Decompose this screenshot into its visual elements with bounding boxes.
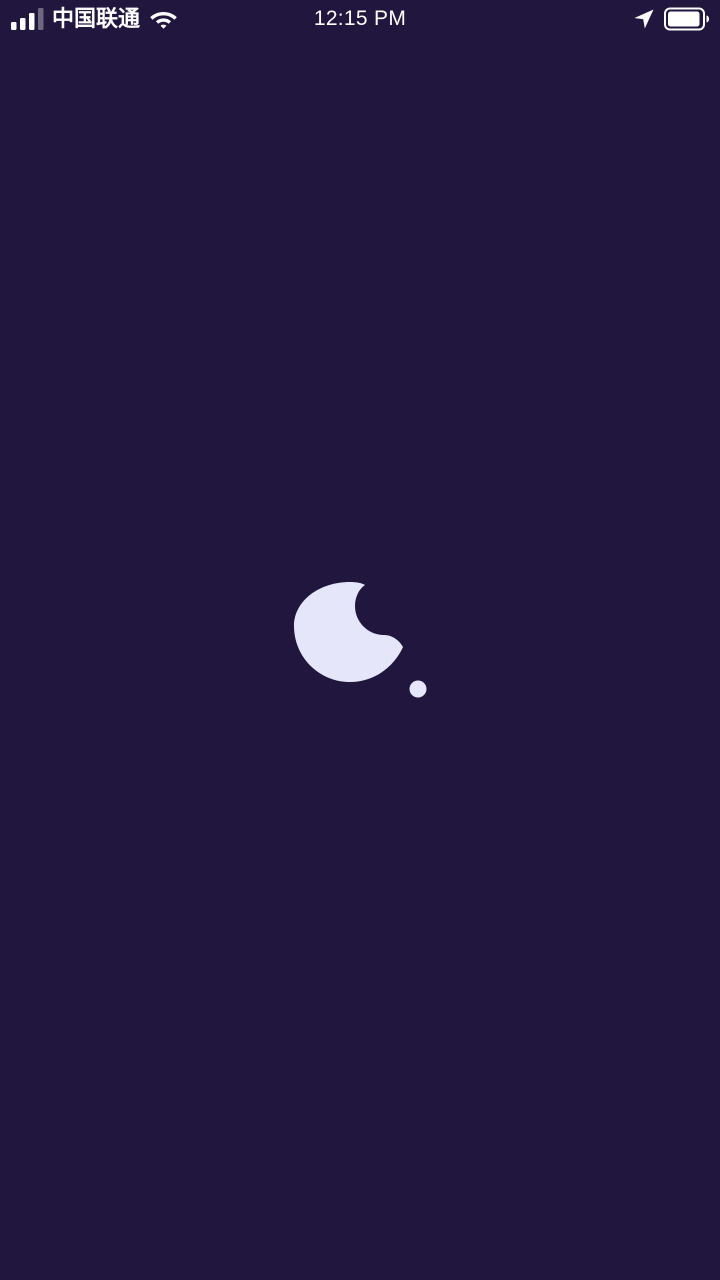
- crescent-moon-dot-icon: [294, 582, 427, 698]
- battery-icon: [664, 7, 709, 31]
- status-bar-right: [633, 6, 710, 32]
- status-bar: 中国联通 12:15 PM: [0, 0, 720, 40]
- location-arrow-icon: [634, 9, 654, 29]
- status-time: 12:15 PM: [313, 7, 407, 30]
- app-logo: [288, 576, 433, 704]
- splash-screen: 中国联通 12:15 PM: [0, 0, 720, 1280]
